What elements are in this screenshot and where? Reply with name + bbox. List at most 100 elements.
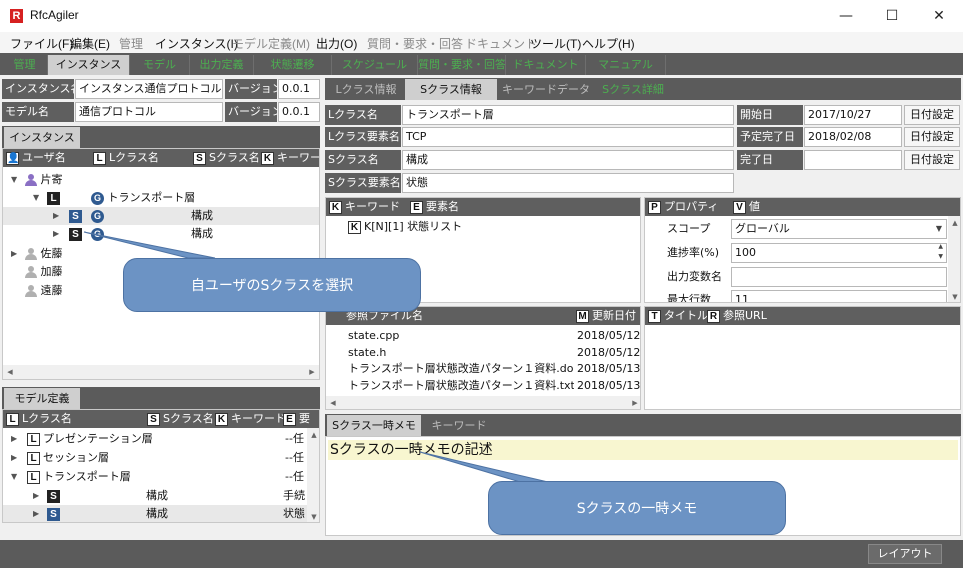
col-user[interactable]: 👤 ユーザ名 — [6, 149, 66, 167]
scope-select[interactable]: グローバル ▼ — [731, 219, 947, 239]
dropdown-arrow-icon[interactable]: ▼ — [936, 220, 942, 238]
tree-sclass-name[interactable]: 構成 — [191, 225, 213, 243]
expand-arrow-icon[interactable]: ▶ — [53, 207, 59, 225]
vertical-scrollbar[interactable]: ▲ ▼ — [948, 216, 960, 302]
minimize-button[interactable]: — — [823, 0, 869, 32]
sclass-element-field[interactable]: 状態 — [402, 173, 734, 193]
file-name[interactable]: トランスポート層状態改造パターン１資料.txt — [348, 377, 574, 395]
tab-manual[interactable]: マニュアル — [586, 55, 666, 75]
scroll-down-icon[interactable]: ▼ — [307, 510, 319, 522]
menu-edit[interactable]: 編集(E) — [70, 35, 110, 52]
tab-admin[interactable]: 管理 — [2, 55, 48, 75]
start-date-field[interactable]: 2017/10/27 — [804, 105, 902, 125]
tab-sclass-detail[interactable]: Sクラス詳細 — [595, 79, 671, 100]
instance-version-field[interactable]: 0.0.1 — [278, 79, 320, 99]
tab-model[interactable]: モデル — [130, 55, 190, 75]
col-value[interactable]: V値 — [733, 198, 760, 216]
model-row-name[interactable]: 構成 — [146, 487, 168, 505]
menu-help[interactable]: ヘルプ(H) — [582, 35, 635, 52]
tab-lclass-info[interactable]: Lクラス情報 — [327, 79, 405, 100]
menu-instance[interactable]: インスタンス(I) — [155, 35, 238, 52]
scroll-right-icon[interactable]: ▶ — [305, 365, 319, 379]
menu-file[interactable]: ファイル(F) — [10, 35, 73, 52]
col-property[interactable]: P プロパティ — [648, 198, 718, 216]
spinner-arrows-icon[interactable]: ▲ ▼ — [938, 244, 943, 262]
expand-arrow-icon[interactable]: ▶ — [33, 505, 39, 522]
model-row[interactable]: S — [47, 487, 63, 505]
expand-arrow-icon[interactable]: ▼ — [33, 189, 39, 207]
maximize-button[interactable]: ☐ — [869, 0, 915, 32]
done-date-field[interactable] — [804, 150, 902, 170]
expand-arrow-icon[interactable]: ▼ — [11, 171, 17, 189]
expand-arrow-icon[interactable]: ▶ — [11, 449, 17, 467]
menu-document[interactable]: ドキュメント — [465, 35, 537, 52]
expand-arrow-icon[interactable]: ▶ — [11, 245, 17, 263]
col-sclass[interactable]: S Sクラス名 — [193, 149, 260, 167]
tab-state-transition[interactable]: 状態遷移 — [254, 55, 332, 75]
col-keyword[interactable]: Kキーワード — [261, 149, 319, 167]
col-lclass[interactable]: L Lクラス名 — [93, 149, 159, 167]
sclass-name-field[interactable]: 構成 — [402, 150, 734, 170]
menu-output[interactable]: 出力(O) — [316, 35, 357, 52]
scroll-left-icon[interactable]: ◀ — [3, 365, 17, 379]
layout-button[interactable]: レイアウト — [868, 544, 942, 564]
set-planned-date-button[interactable]: 日付設定 — [904, 127, 960, 147]
col-title[interactable]: T タイトル — [648, 307, 708, 325]
file-name[interactable]: トランスポート層状態改造パターン１資料.docx — [348, 360, 574, 378]
model-row[interactable]: S — [47, 505, 63, 522]
file-name[interactable]: state.cpp — [348, 327, 399, 345]
model-row[interactable]: L プレゼンテーション層 — [27, 430, 153, 448]
vertical-scrollbar[interactable]: ▲ ▼ — [307, 428, 319, 522]
max-rows-spinner[interactable]: 11 — [731, 290, 947, 302]
expand-arrow-icon[interactable]: ▶ — [33, 487, 39, 505]
model-row[interactable]: L トランスポート層 — [27, 468, 131, 486]
tab-model-def-panel[interactable]: モデル定義 — [4, 388, 80, 409]
progress-spinner[interactable]: 100 ▲ ▼ — [731, 243, 947, 263]
tree-lclass-row[interactable]: L — [47, 189, 63, 207]
tab-keyword-memo[interactable]: キーワード — [421, 415, 497, 436]
close-button[interactable]: ✕ — [916, 0, 962, 32]
model-version-field[interactable]: 0.0.1 — [278, 102, 320, 122]
tree-sclass-name[interactable]: 構成 — [191, 207, 213, 225]
tab-keyword-data[interactable]: キーワードデータ — [497, 79, 595, 100]
keyword-row[interactable]: K K[N][1] 状態リスト — [348, 218, 462, 236]
col-ref-url[interactable]: R 参照URL — [707, 307, 767, 325]
menu-admin[interactable]: 管理 — [119, 35, 143, 52]
lclass-element-field[interactable]: TCP — [402, 127, 734, 147]
memo-text[interactable]: Sクラスの一時メモの記述 — [328, 440, 958, 460]
tab-qa[interactable]: 質問・要求・回答 — [418, 55, 506, 75]
menu-qa[interactable]: 質問・要求・回答 — [367, 35, 463, 52]
tree-sclass-row-selected[interactable] — [3, 207, 319, 225]
tab-instance[interactable]: インスタンス — [48, 55, 130, 75]
col-updated[interactable]: M 更新日付 — [576, 307, 636, 325]
tree-lclass-label[interactable]: G トランスポート層 — [91, 189, 195, 207]
expand-arrow-icon[interactable]: ▼ — [11, 468, 17, 486]
tab-schedule[interactable]: スケジュール — [332, 55, 418, 75]
model-row-name[interactable]: 構成 — [146, 505, 168, 522]
tab-document[interactable]: ドキュメント — [506, 55, 586, 75]
planned-date-field[interactable]: 2018/02/08 — [804, 127, 902, 147]
model-name-field[interactable]: 通信プロトコル — [75, 102, 223, 122]
instance-name-field[interactable]: インスタンス通信プロトコル — [75, 79, 223, 99]
scroll-up-icon[interactable]: ▲ — [307, 428, 319, 442]
horizontal-scrollbar[interactable]: ◀ ▶ — [326, 396, 640, 409]
tab-sclass-info[interactable]: Sクラス情報 — [405, 79, 497, 100]
col-keyword[interactable]: Kキーワード — [329, 198, 400, 216]
tree-user-row[interactable]: 佐藤 — [25, 245, 63, 263]
model-row[interactable]: L セッション層 — [27, 449, 109, 467]
menu-model-def[interactable]: モデル定義(M) — [232, 35, 310, 52]
col-element[interactable]: E要 — [283, 410, 310, 428]
horizontal-scrollbar[interactable]: ◀ ▶ — [3, 365, 319, 379]
col-lclass[interactable]: L Lクラス名 — [6, 410, 72, 428]
lclass-name-field[interactable]: トランスポート層 — [402, 105, 734, 125]
scroll-down-icon[interactable]: ▼ — [948, 290, 960, 302]
tree-user-row[interactable]: 遠藤 — [25, 282, 63, 300]
tree-user-row[interactable]: 片寄 — [25, 171, 63, 189]
col-keyword[interactable]: Kキーワード — [215, 410, 286, 428]
expand-arrow-icon[interactable]: ▶ — [11, 430, 17, 448]
tab-sclass-memo[interactable]: Sクラス一時メモ — [327, 415, 421, 436]
col-element[interactable]: E 要素名 — [410, 198, 459, 216]
set-start-date-button[interactable]: 日付設定 — [904, 105, 960, 125]
tab-output-def[interactable]: 出力定義 — [190, 55, 254, 75]
tree-user-row[interactable]: 加藤 — [25, 263, 63, 281]
